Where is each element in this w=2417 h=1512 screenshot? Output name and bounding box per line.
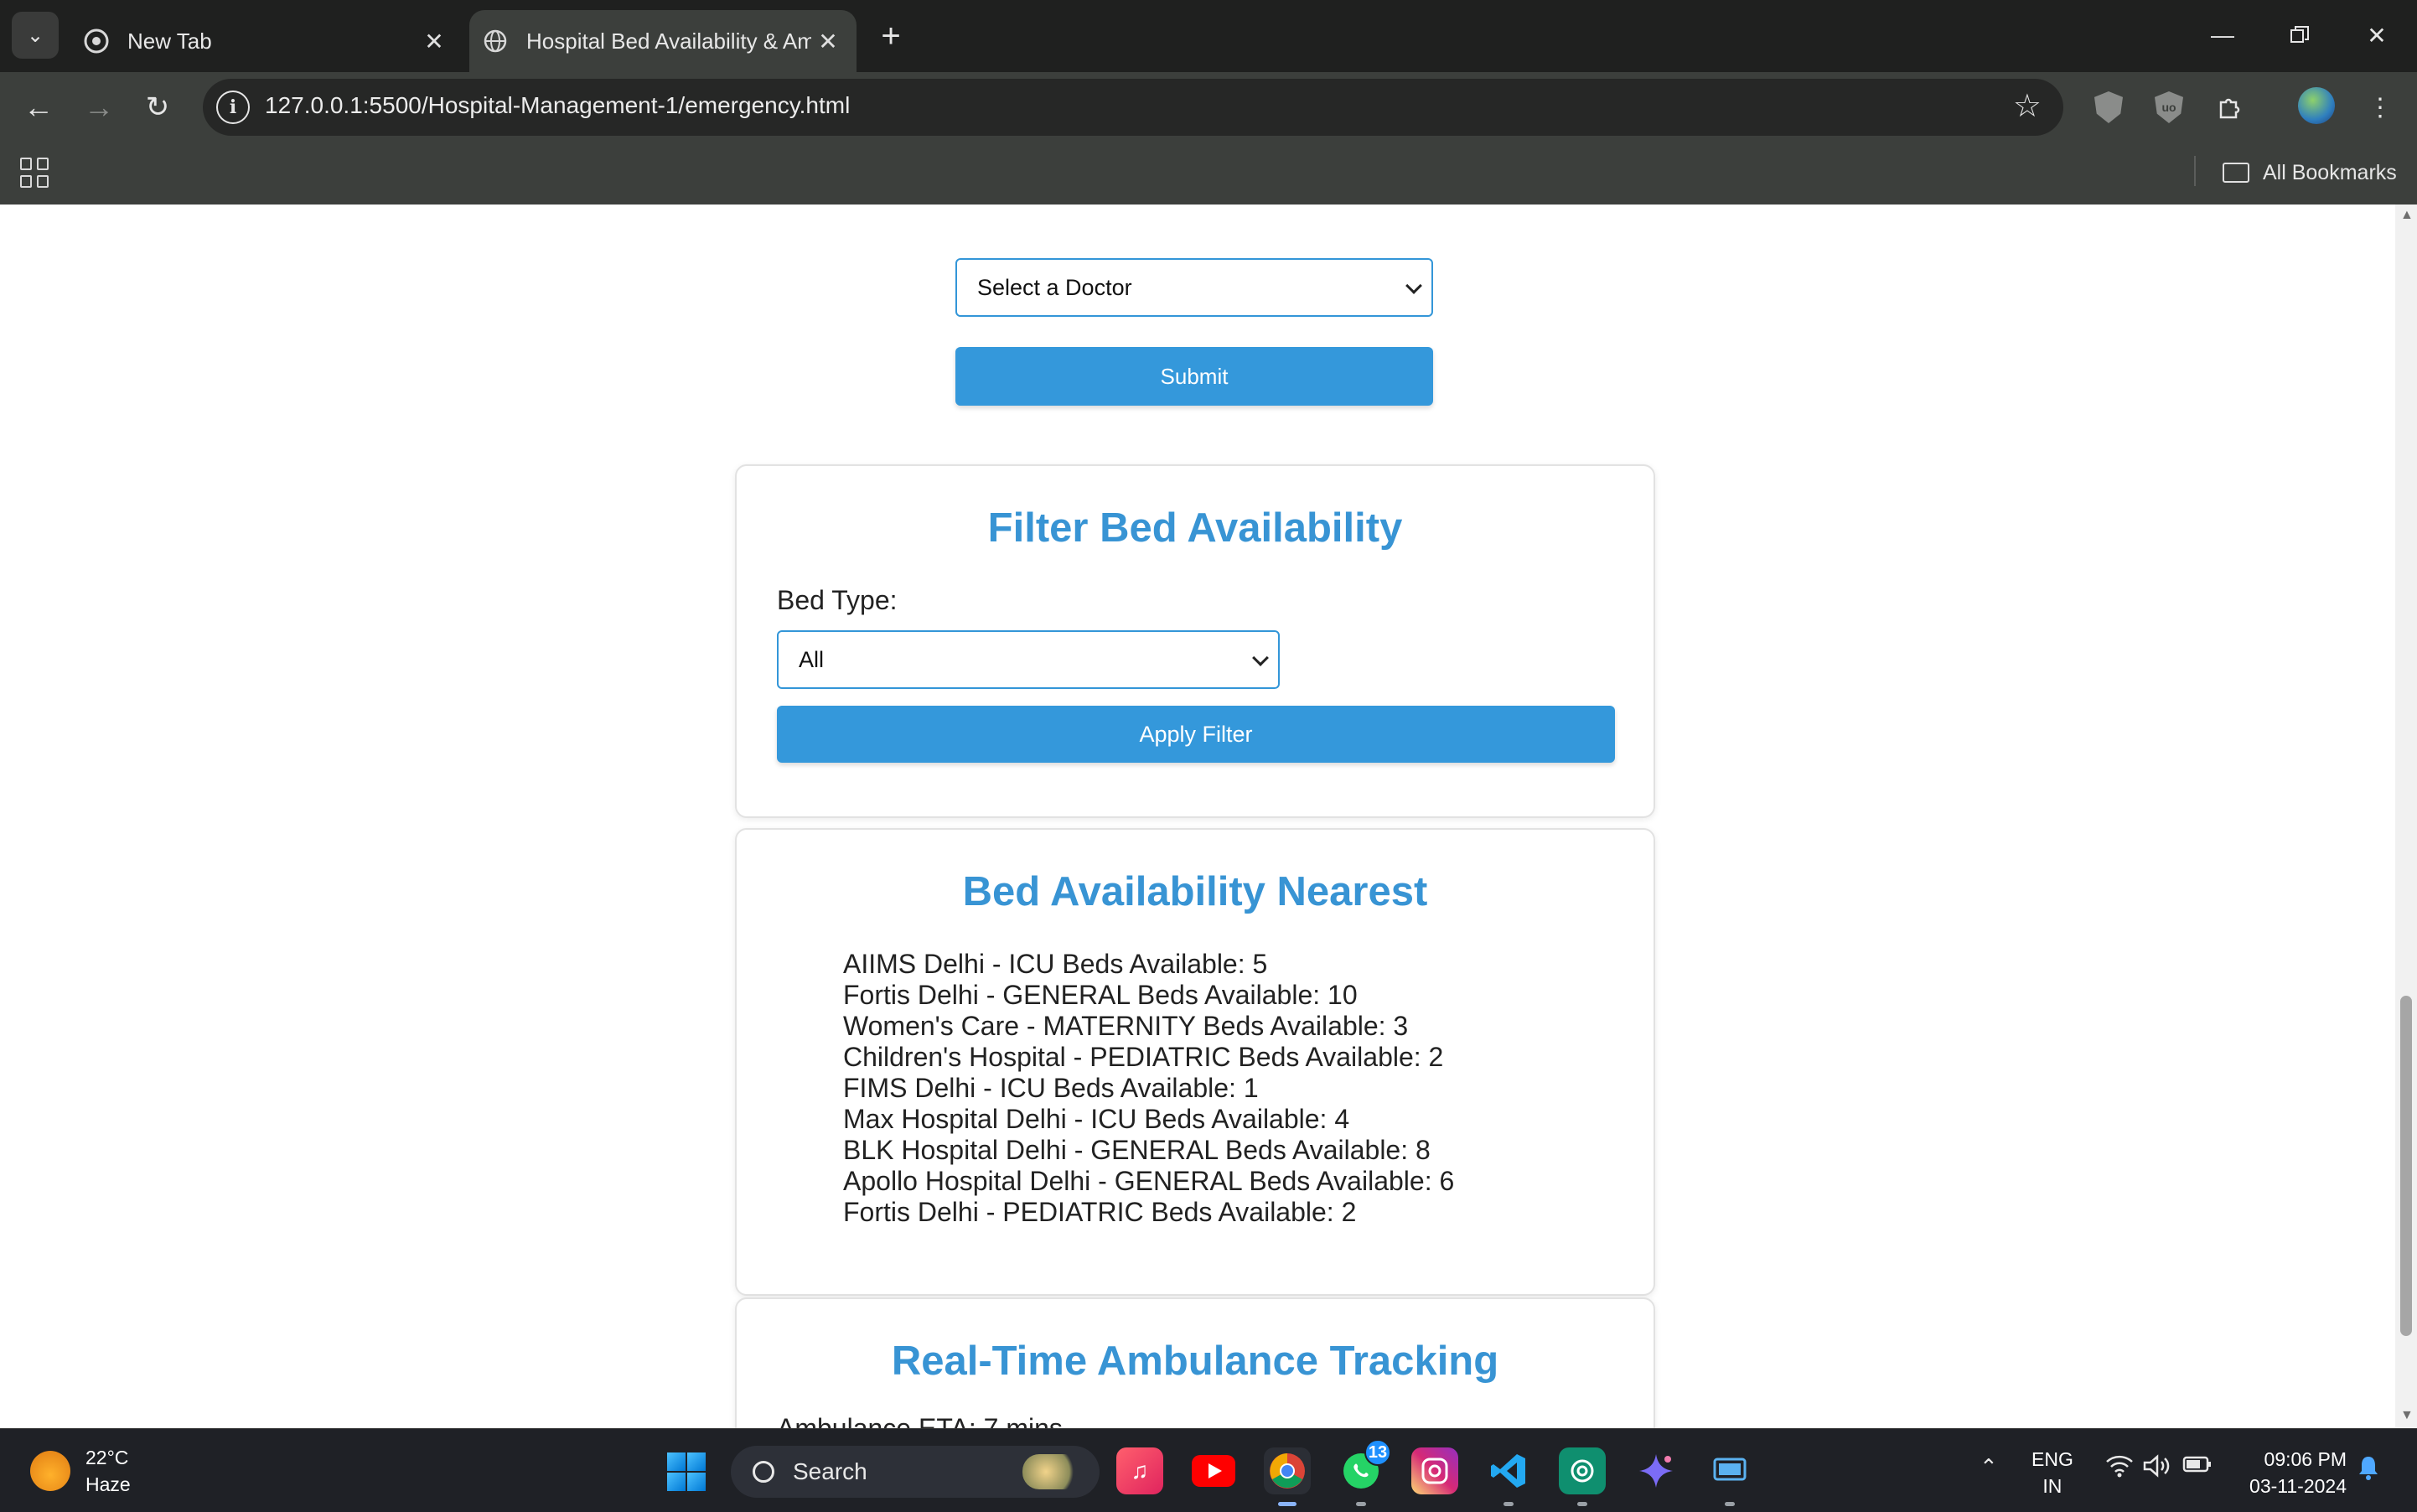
back-arrow-icon[interactable]: ← — [17, 85, 60, 129]
list-item: Children's Hospital - PEDIATRIC Beds Ava… — [843, 1042, 1444, 1072]
apply-filter-button[interactable]: Apply Filter — [777, 706, 1615, 763]
search-highlight-icon — [1022, 1454, 1081, 1489]
close-tab-icon[interactable]: ✕ — [417, 24, 451, 58]
weather-widget[interactable]: 22°C Haze — [30, 1444, 131, 1498]
forward-arrow-icon[interactable]: → — [77, 85, 121, 129]
whatsapp-icon[interactable]: 13 — [1338, 1439, 1391, 1506]
whatsapp-badge: 13 — [1364, 1439, 1391, 1466]
tab-search-chevron-icon[interactable]: ⌄ — [12, 12, 59, 59]
list-item: Apollo Hospital Delhi - GENERAL Beds Ava… — [843, 1166, 1455, 1196]
filter-card: Filter Bed Availability Bed Type: All Ap… — [735, 464, 1655, 818]
tab-new-tab[interactable]: New Tab ✕ — [70, 10, 463, 72]
notification-bell-icon[interactable] — [2357, 1454, 2380, 1487]
ambulance-title: Real-Time Ambulance Tracking — [891, 1339, 1499, 1384]
list-item: Max Hospital Delhi - ICU Beds Available:… — [843, 1104, 1350, 1134]
vscode-icon[interactable] — [1485, 1447, 1532, 1506]
all-bookmarks-label: All Bookmarks — [2263, 160, 2397, 184]
ublock-extension-icon[interactable]: uo — [2150, 89, 2187, 126]
list-item: FIMS Delhi - ICU Beds Available: 1 — [843, 1073, 1259, 1103]
battery-icon[interactable] — [2182, 1454, 2213, 1480]
menu-kebab-icon[interactable]: ⋮ — [2362, 89, 2399, 126]
taskbar: 22°C Haze Search ♫ 13 ⌃ ENG IN 09:06 PM … — [0, 1428, 2417, 1512]
chrome-favicon-icon — [84, 28, 109, 54]
list-item: Women's Care - MATERNITY Beds Available:… — [843, 1011, 1409, 1041]
tab-title: New Tab — [127, 28, 212, 54]
weather-haze-icon — [30, 1451, 70, 1491]
bookmarks-separator — [2194, 156, 2196, 186]
submit-button[interactable]: Submit — [955, 347, 1433, 406]
wifi-icon[interactable] — [2105, 1454, 2134, 1484]
nearest-beds-card: Bed Availability Nearest AIIMS Delhi - I… — [735, 828, 1655, 1296]
page-viewport: Select a Doctor Submit Filter Bed Availa… — [0, 205, 2395, 1428]
minimize-icon[interactable]: — — [2197, 12, 2248, 59]
window-app-icon[interactable] — [1706, 1447, 1753, 1506]
list-item: BLK Hospital Delhi - GENERAL Beds Availa… — [843, 1135, 1431, 1165]
site-info-icon[interactable]: i — [216, 91, 250, 124]
apps-grid-icon[interactable] — [20, 158, 50, 188]
url-text[interactable]: 127.0.0.1:5500/Hospital-Management-1/eme… — [265, 92, 850, 119]
address-bar[interactable]: i 127.0.0.1:5500/Hospital-Management-1/e… — [203, 79, 2063, 136]
windows-start-icon[interactable] — [667, 1452, 706, 1491]
close-tab-icon[interactable]: ✕ — [811, 24, 845, 58]
weather-desc: Haze — [85, 1473, 131, 1495]
taskbar-search[interactable]: Search — [731, 1446, 1100, 1498]
bookmark-star-icon[interactable]: ☆ — [2013, 87, 2042, 125]
all-bookmarks-button[interactable]: All Bookmarks — [2223, 154, 2397, 191]
bed-type-label: Bed Type: — [777, 585, 898, 615]
nearest-title: Bed Availability Nearest — [962, 869, 1428, 914]
tab-strip: ⌄ New Tab ✕ Hospital Bed Availability & … — [0, 0, 2417, 72]
folder-icon — [2223, 163, 2249, 183]
list-item: AIIMS Delhi - ICU Beds Available: 5 — [843, 949, 1268, 979]
search-icon — [753, 1461, 774, 1483]
volume-icon[interactable] — [2142, 1454, 2171, 1484]
taskbar-search-label: Search — [793, 1458, 867, 1484]
doctor-select[interactable]: Select a Doctor — [955, 258, 1433, 317]
filter-title: Filter Bed Availability — [987, 505, 1403, 551]
tab-hospital[interactable]: Hospital Bed Availability & Amb ✕ — [469, 10, 857, 72]
reload-icon[interactable]: ↻ — [136, 85, 179, 129]
restore-icon[interactable] — [2275, 12, 2325, 59]
chrome-icon[interactable] — [1264, 1447, 1311, 1506]
clock-time: 09:06 PM — [2264, 1448, 2347, 1470]
tab-title: Hospital Bed Availability & Amb — [526, 28, 811, 54]
shield-extension-icon[interactable] — [2090, 89, 2127, 126]
lang-line2: IN — [2042, 1475, 2062, 1497]
chevron-down-icon — [1252, 650, 1269, 666]
ambulance-card: Real-Time Ambulance Tracking Ambulance E… — [735, 1297, 1655, 1428]
bed-list: AIIMS Delhi - ICU Beds Available: 5 Fort… — [843, 949, 1454, 1228]
language-indicator[interactable]: ENG IN — [2031, 1446, 2073, 1499]
doctor-select-value: Select a Doctor — [977, 274, 1132, 300]
new-tab-plus-icon[interactable]: + — [872, 17, 910, 55]
globe-favicon-icon — [483, 28, 508, 54]
clock-date: 03-11-2024 — [2249, 1475, 2347, 1497]
youtube-icon[interactable] — [1190, 1447, 1237, 1494]
scrollbar-thumb[interactable] — [2400, 996, 2412, 1336]
browser-chrome: ⌄ New Tab ✕ Hospital Bed Availability & … — [0, 0, 2417, 205]
bed-type-value: All — [799, 646, 825, 672]
chatgpt-icon[interactable] — [1559, 1447, 1606, 1506]
scroll-up-arrow-icon[interactable]: ▲ — [2400, 208, 2414, 223]
system-clock[interactable]: 09:06 PM 03-11-2024 — [2238, 1446, 2347, 1499]
chevron-down-icon — [1405, 277, 1422, 294]
music-app-icon[interactable]: ♫ — [1116, 1447, 1163, 1494]
weather-temp: 22°C — [85, 1447, 129, 1468]
instagram-icon[interactable] — [1411, 1447, 1458, 1494]
gemini-sparkle-icon[interactable] — [1633, 1447, 1679, 1494]
lang-line1: ENG — [2031, 1448, 2073, 1470]
extensions-puzzle-icon[interactable] — [2211, 89, 2248, 126]
bookmarks-bar: All Bookmarks — [0, 142, 2417, 205]
page-scrollbar[interactable]: ▲ ▼ — [2395, 205, 2417, 1428]
list-item: Fortis Delhi - GENERAL Beds Available: 1… — [843, 980, 1358, 1010]
list-item: Fortis Delhi - PEDIATRIC Beds Available:… — [843, 1197, 1357, 1227]
scroll-down-arrow-icon[interactable]: ▼ — [2400, 1408, 2414, 1423]
bed-type-select[interactable]: All — [777, 630, 1280, 689]
toolbar: ← → ↻ i 127.0.0.1:5500/Hospital-Manageme… — [0, 72, 2417, 142]
tray-chevron-up-icon[interactable]: ⌃ — [1980, 1454, 1998, 1480]
close-window-icon[interactable]: ✕ — [2352, 12, 2402, 59]
ambulance-eta: Ambulance ETA: 7 mins — [777, 1413, 1063, 1428]
profile-avatar[interactable] — [2298, 87, 2335, 124]
